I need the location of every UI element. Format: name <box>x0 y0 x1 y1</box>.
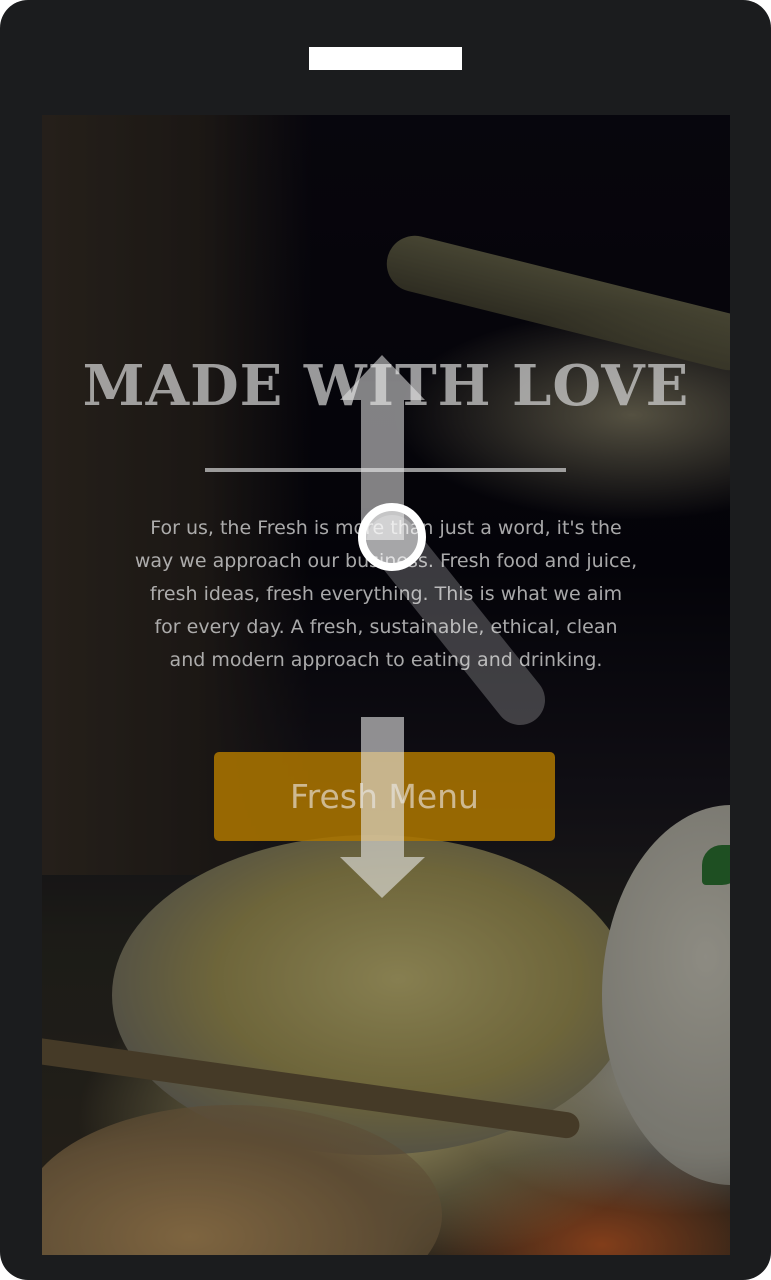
screen: MADE WITH LOVE For us, the Fresh is more… <box>42 115 730 1255</box>
hero-section: MADE WITH LOVE For us, the Fresh is more… <box>42 115 730 1255</box>
hero-headline: MADE WITH LOVE <box>82 353 690 419</box>
headline-divider <box>205 468 566 472</box>
phone-frame: MADE WITH LOVE For us, the Fresh is more… <box>0 0 771 1280</box>
fresh-menu-button[interactable]: Fresh Menu <box>214 752 555 841</box>
speaker-slot <box>309 47 462 70</box>
hero-intro-text: For us, the Fresh is more than just a wo… <box>134 517 638 671</box>
